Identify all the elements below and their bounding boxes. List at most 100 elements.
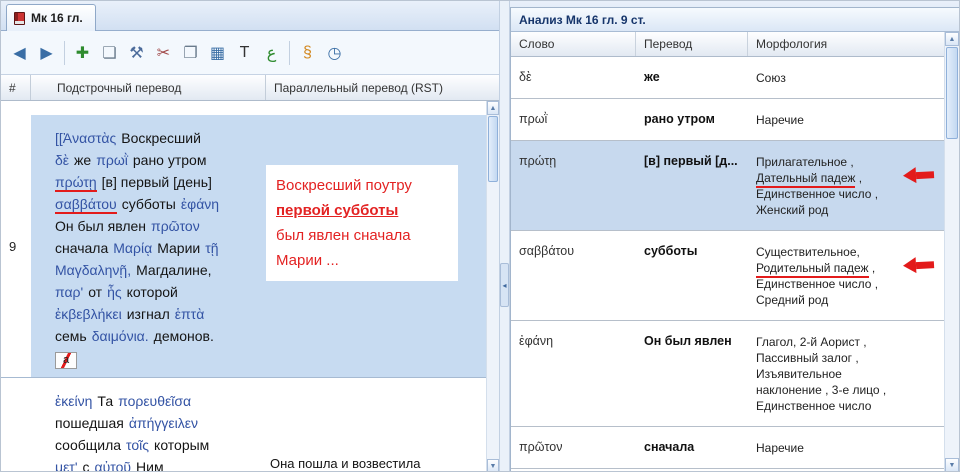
arabic-text-icon[interactable]: ع	[258, 38, 285, 68]
greek-word[interactable]: δὲ	[55, 152, 69, 168]
scroll-track[interactable]	[487, 183, 499, 459]
column-header-morphology[interactable]: Морфология	[748, 32, 959, 56]
analysis-morphology: Наречие	[748, 112, 944, 128]
column-header-parallel[interactable]: Параллельный перевод (RST)	[266, 75, 499, 100]
morphology-line: Союз	[756, 70, 904, 86]
analysis-morphology: Прилагательное ,Дательный падеж ,Единств…	[748, 154, 944, 218]
morphology-line: Прилагательное ,	[756, 154, 904, 170]
column-header-interlinear[interactable]: Подстрочный перевод	[31, 75, 266, 100]
greek-word[interactable]: αὐτοῦ	[95, 459, 132, 472]
verse-row[interactable]: 9[[ἈναστὰςВоскресшийδὲжеπρωῒрано утромπρ…	[1, 115, 486, 378]
russian-word[interactable]: же	[74, 152, 91, 168]
russian-word[interactable]: которым	[154, 437, 209, 453]
goto-verse-icon[interactable]: ✚	[69, 38, 96, 68]
tools-icon[interactable]: ⚒	[123, 38, 150, 68]
russian-word[interactable]: пошедшая	[55, 415, 124, 431]
column-header-word[interactable]: Слово	[511, 32, 636, 56]
greek-word[interactable]: ἐκβεβλήκει	[55, 306, 122, 322]
table-icon[interactable]: ▦	[204, 38, 231, 68]
analysis-row[interactable]: δὲжеСоюз	[511, 57, 944, 99]
greek-word[interactable]: Μαγδαληνῇ,	[55, 262, 131, 278]
scroll-thumb[interactable]	[946, 47, 958, 139]
new-document-icon[interactable]: ❏	[96, 38, 123, 68]
morphology-line: Наречие	[756, 112, 904, 128]
greek-word[interactable]: τοῖς	[126, 437, 149, 453]
greek-word[interactable]: πρῶτον	[151, 218, 200, 234]
back-icon[interactable]: ◀	[6, 38, 33, 68]
greek-word[interactable]: ἑπτὰ	[175, 306, 205, 322]
russian-word[interactable]: рано утром	[133, 152, 207, 168]
scroll-down-icon[interactable]: ▼	[487, 459, 499, 472]
russian-word[interactable]: которой	[127, 284, 178, 300]
russian-word[interactable]: субботы	[122, 196, 176, 212]
russian-word[interactable]: сначала	[55, 240, 108, 256]
interlinear-line: ἐκβεβλήκει изгнал ἑπτὰ	[55, 303, 262, 325]
column-header-translation[interactable]: Перевод	[636, 32, 748, 56]
analysis-row[interactable]: σαββάτουсубботыСуществительное,Родительн…	[511, 231, 944, 321]
left-scrollbar[interactable]: ▲ ▼	[486, 101, 499, 472]
analysis-row[interactable]: πρώτῃ[в] первый [д...Прилагательное ,Дат…	[511, 141, 944, 231]
greek-word[interactable]: ἧς	[107, 284, 122, 300]
morphology-line: Средний род	[756, 292, 904, 308]
analysis-translation: [в] первый [д...	[636, 154, 748, 218]
verse-row[interactable]: ἐκείνη Та πορευθεῖσα пошедшая ἀπήγγειλεν сооб…	[1, 378, 486, 472]
analysis-morphology: Союз	[748, 70, 944, 86]
scroll-up-icon[interactable]: ▲	[945, 32, 959, 46]
interlinear-line: семь δαιμόνια. демонов.	[55, 325, 262, 347]
greek-word[interactable]: ἐκείνη	[55, 393, 92, 409]
analysis-row[interactable]: πρωῒрано утромНаречие	[511, 99, 944, 141]
edit-document-icon[interactable]: ❐	[177, 38, 204, 68]
collapse-panel-icon[interactable]: ◂	[500, 263, 509, 307]
russian-word[interactable]: Та	[97, 393, 113, 409]
analysis-row[interactable]: πρῶτονсначалаНаречие	[511, 427, 944, 469]
analysis-translation: Он был явлен	[636, 334, 748, 414]
greek-word[interactable]: Μαρίᾳ	[113, 240, 152, 256]
analysis-translation: рано утром	[636, 112, 748, 128]
russian-word[interactable]: Воскресший	[121, 130, 201, 146]
russian-word[interactable]: Ним	[136, 459, 164, 472]
greek-word[interactable]: πρώτῃ	[55, 174, 97, 192]
russian-word[interactable]: [в] первый [день]	[102, 174, 212, 190]
red-arrow-annotation	[903, 256, 935, 274]
greek-word[interactable]: ἀπήγγειλεν	[129, 415, 198, 431]
toolbar-separator	[289, 41, 290, 65]
russian-word[interactable]: Он был явлен	[55, 218, 146, 234]
text-format-icon[interactable]: T	[231, 38, 258, 68]
russian-word[interactable]: изгнал	[127, 306, 170, 322]
interlinear-cell: [[Ἀναστὰς Воскресший δὲжеπρωῒ рано утром πρώ…	[31, 115, 266, 377]
column-header-number[interactable]: #	[1, 75, 31, 100]
greek-word[interactable]: πορευθεῖσα	[118, 393, 191, 409]
analysis-word: πρώτῃ	[511, 154, 636, 218]
panel-splitter[interactable]: ◂	[499, 1, 510, 472]
analysis-row[interactable]: ἐφάνηОн был явленГлагол, 2-й Аорист ,Пас…	[511, 321, 944, 427]
greek-word[interactable]: δαιμόνια.	[92, 328, 149, 344]
right-scrollbar[interactable]: ▲ ▼	[944, 32, 959, 472]
russian-word[interactable]: демонов.	[154, 328, 214, 344]
russian-word[interactable]: с	[83, 459, 90, 472]
greek-word[interactable]: παρ'	[55, 284, 83, 300]
russian-word[interactable]: сообщила	[55, 437, 121, 453]
greek-word[interactable]: πρωῒ	[96, 152, 128, 168]
cut-icon[interactable]: ✂	[150, 38, 177, 68]
scroll-down-icon[interactable]: ▼	[945, 458, 959, 472]
scroll-up-icon[interactable]: ▲	[487, 101, 499, 115]
greek-word[interactable]: [[Ἀναστὰς	[55, 130, 116, 146]
greek-word[interactable]: σαββάτου	[55, 196, 117, 214]
tab-mk-16[interactable]: Мк 16 гл.	[6, 4, 96, 31]
interlinear-line: Μαγδαληνῇ, Магдалине,	[55, 259, 262, 281]
edit-icon[interactable]: а	[55, 352, 77, 369]
russian-word[interactable]: Магдалине,	[136, 262, 211, 278]
left-grid-header: # Подстрочный перевод Параллельный перев…	[1, 75, 499, 101]
clock-icon[interactable]: ◷	[321, 38, 348, 68]
greek-word[interactable]: τῇ	[205, 240, 218, 256]
greek-word[interactable]: μετ'	[55, 459, 78, 472]
scroll-icon[interactable]: §	[294, 38, 321, 68]
morphology-line: Единственное число ,	[756, 276, 904, 292]
russian-word[interactable]: семь	[55, 328, 87, 344]
greek-word[interactable]: ἐφάνη	[181, 196, 219, 212]
russian-word[interactable]: от	[88, 284, 102, 300]
scroll-thumb[interactable]	[488, 116, 498, 182]
russian-word[interactable]: Марии	[157, 240, 200, 256]
forward-icon[interactable]: ▶	[33, 38, 60, 68]
scroll-track[interactable]	[945, 140, 959, 458]
